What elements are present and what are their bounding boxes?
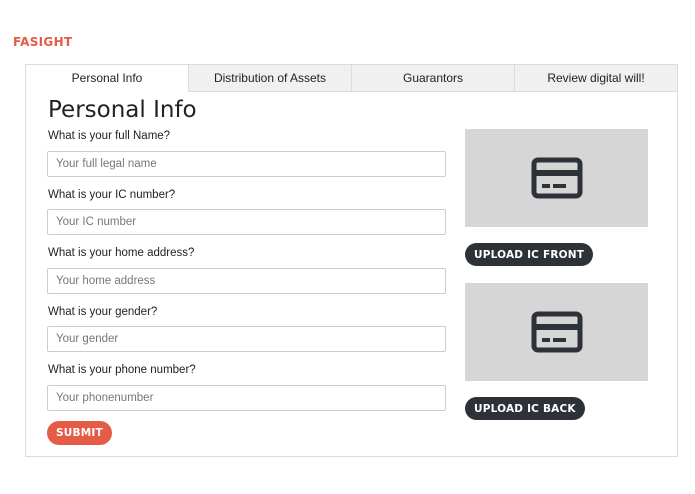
will-form-panel: Personal Info Distribution of Assets Gua… — [25, 64, 678, 457]
ic-back-preview — [465, 283, 648, 381]
home-address-label: What is your home address? — [48, 247, 195, 259]
ic-front-preview — [465, 129, 648, 227]
submit-button[interactable]: SUBMIT — [47, 421, 112, 445]
phone-number-label: What is your phone number? — [48, 364, 196, 376]
upload-ic-back-button[interactable]: UPLOAD IC BACK — [465, 397, 585, 420]
home-address-input[interactable] — [47, 268, 446, 294]
tab-review-digital-will[interactable]: Review digital will! — [514, 65, 677, 92]
full-name-input[interactable] — [47, 151, 446, 177]
brand-logo: FASIGHT — [13, 35, 73, 49]
tab-personal-info[interactable]: Personal Info — [26, 65, 188, 92]
id-card-icon — [531, 311, 582, 353]
ic-number-label: What is your IC number? — [48, 189, 176, 201]
tab-guarantors[interactable]: Guarantors — [351, 65, 514, 92]
phone-number-input[interactable] — [47, 385, 446, 411]
upload-ic-front-button[interactable]: UPLOAD IC FRONT — [465, 243, 594, 266]
gender-label: What is your gender? — [48, 306, 158, 318]
gender-input[interactable] — [47, 326, 446, 352]
tab-bar: Personal Info Distribution of Assets Gua… — [26, 65, 677, 92]
id-card-icon — [531, 157, 582, 199]
tab-distribution-of-assets[interactable]: Distribution of Assets — [188, 65, 351, 92]
full-name-label: What is your full Name? — [48, 130, 171, 142]
page-title: Personal Info — [48, 97, 197, 123]
ic-number-input[interactable] — [47, 209, 446, 235]
